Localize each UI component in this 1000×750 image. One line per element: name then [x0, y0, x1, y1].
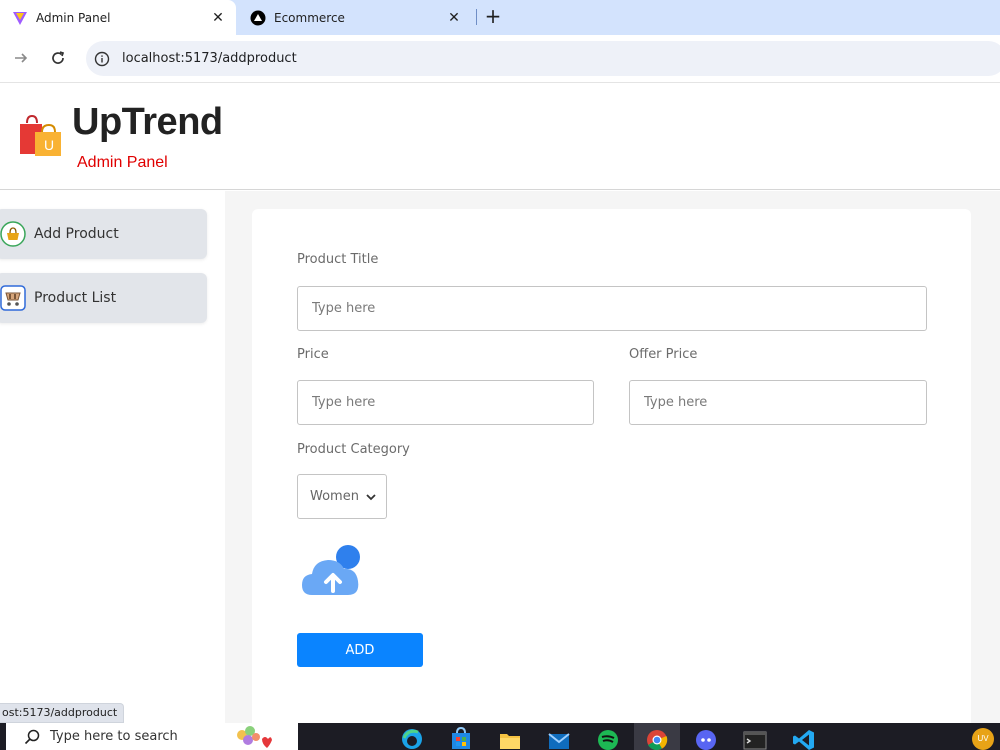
category-select[interactable]: Women — [297, 474, 387, 519]
taskbar-search-placeholder: Type here to search — [50, 729, 178, 744]
offer-price-label: Offer Price — [629, 347, 698, 362]
sidebar-item-product-list[interactable]: Product List — [0, 273, 207, 323]
logo-letter: U — [44, 137, 54, 153]
brand-name: UpTrend — [72, 101, 223, 143]
taskbar-search[interactable]: Type here to search — [6, 723, 298, 750]
bouquet-icon — [237, 726, 272, 748]
main-content: Product Title Price Offer Price Product … — [225, 191, 1000, 729]
tab-ecommerce[interactable]: Ecommerce ✕ — [238, 0, 472, 35]
windows-taskbar: Type here to search UV — [0, 723, 1000, 750]
url-host: localhost — [122, 51, 181, 66]
browser-toolbar: localhost:5173/addproduct — [0, 35, 1000, 82]
nextjs-icon — [250, 10, 266, 25]
product-title-input[interactable] — [297, 286, 927, 331]
category-selected-value: Women — [310, 489, 359, 504]
sidebar-item-add-product[interactable]: Add Product — [0, 209, 207, 259]
add-product-icon — [0, 221, 26, 247]
sidebar: Add Product Product List — [0, 191, 225, 723]
address-bar[interactable]: localhost:5173/addproduct — [86, 41, 1000, 76]
shopping-bags-logo-icon: U — [20, 115, 61, 156]
chevron-down-icon — [366, 493, 376, 500]
terminal-icon[interactable] — [743, 726, 767, 750]
url-path: :5173/addproduct — [180, 51, 297, 66]
add-product-form: Product Title Price Offer Price Product … — [252, 209, 971, 729]
url-text: localhost:5173/addproduct — [122, 51, 297, 66]
edge-icon[interactable] — [400, 726, 424, 750]
close-icon[interactable]: ✕ — [208, 10, 228, 26]
product-title-label: Product Title — [297, 252, 379, 267]
chrome-icon[interactable] — [645, 726, 669, 750]
sidebar-item-label: Product List — [34, 290, 117, 306]
tab-admin-panel[interactable]: Admin Panel ✕ — [0, 0, 236, 35]
add-button[interactable]: ADD — [297, 633, 423, 667]
tab-title: Ecommerce — [274, 10, 345, 25]
product-list-icon — [0, 285, 26, 311]
price-label: Price — [297, 347, 329, 362]
vite-icon — [13, 11, 27, 25]
sidebar-item-label: Add Product — [34, 226, 119, 242]
browser-tab-strip: Admin Panel ✕ Ecommerce ✕ + — [0, 0, 1000, 35]
tab-title: Admin Panel — [36, 10, 111, 25]
status-url-bubble: ost:5173/addproduct — [0, 703, 125, 723]
app-header: U UpTrend Admin Panel — [0, 82, 1000, 190]
info-icon[interactable] — [94, 51, 110, 67]
search-icon — [24, 729, 40, 744]
price-input[interactable] — [297, 380, 594, 425]
close-icon[interactable]: ✕ — [444, 10, 464, 26]
discord-icon[interactable] — [694, 726, 718, 750]
reload-icon[interactable] — [47, 47, 69, 69]
offer-price-input[interactable] — [629, 380, 927, 425]
file-explorer-icon[interactable] — [498, 726, 522, 750]
product-category-label: Product Category — [297, 442, 410, 457]
store-icon[interactable] — [449, 726, 473, 750]
tab-separator — [476, 9, 477, 25]
spotify-icon[interactable] — [596, 726, 620, 750]
mail-icon[interactable] — [547, 726, 571, 750]
upload-cloud-icon[interactable] — [300, 543, 366, 601]
forward-icon[interactable] — [10, 47, 32, 69]
brand-subtitle: Admin Panel — [77, 154, 168, 171]
new-tab-icon[interactable]: + — [482, 4, 504, 30]
vscode-icon[interactable] — [792, 726, 816, 750]
user-avatar[interactable]: UV — [972, 728, 994, 750]
